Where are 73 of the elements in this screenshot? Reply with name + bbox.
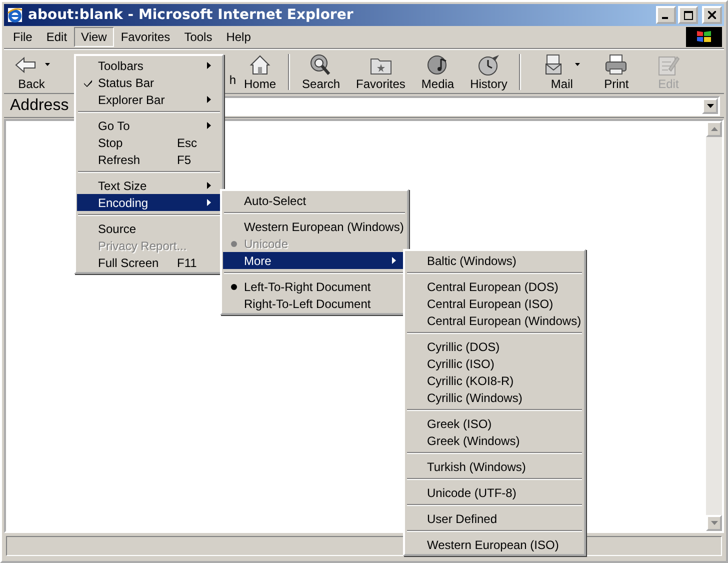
menu-item[interactable]: Western European (Windows) [223,218,406,235]
toolbar-button[interactable]: Favorites [351,52,410,92]
submenu-arrow-icon [207,96,211,103]
menu-bar-item[interactable]: Help [219,27,258,47]
menu-bar-item[interactable]: Edit [39,27,74,47]
menu-item[interactable]: More [223,252,406,269]
submenu-arrow-icon [207,199,211,206]
menu-item[interactable]: Text Size [77,177,221,194]
menu-item[interactable]: Toolbars [77,57,221,74]
browser-e-icon [7,7,23,23]
dropdown-arrow-icon [45,63,50,66]
menu-bar-item[interactable]: Favorites [114,27,178,47]
menu-item[interactable]: Stop Esc [77,134,221,151]
menu-item[interactable]: Right-To-Left Document [223,295,406,312]
scroll-down-button[interactable] [706,515,722,531]
menu-item[interactable]: Cyrillic (ISO) [406,355,583,372]
menu-item[interactable]: Auto-Select [223,192,406,209]
menu-item[interactable]: Unicode (UTF-8) [406,484,583,501]
menu-item[interactable]: Central European (Windows) [406,312,583,329]
dropdown-arrow-icon [575,63,580,66]
scroll-bar[interactable] [706,121,722,531]
submenu-arrow-icon [392,257,396,264]
menu-item[interactable]: Baltic (Windows) [406,252,583,269]
window-title: about:blank - Microsoft Internet Explorer [28,7,354,23]
menu-item[interactable]: Cyrillic (KOI8-R) [406,372,583,389]
menu-item[interactable]: Go To [77,117,221,134]
maximize-icon [684,10,692,20]
menu-bar-item[interactable]: View [74,27,114,47]
toolbar-button[interactable]: Mail [538,52,586,92]
maximize-button[interactable] [678,6,698,24]
radio-dot-icon [230,240,236,246]
check-icon [84,78,92,86]
menu-bar-item[interactable]: File [6,27,40,47]
menu-item[interactable]: Full Screen F11 [77,254,221,271]
toolbar-button[interactable]: Back [8,52,55,92]
submenu-arrow-icon [207,182,211,189]
menu-item[interactable]: User Defined [406,510,583,527]
menu-item[interactable]: Central European (DOS) [406,278,583,295]
address-label: Address [10,96,69,114]
toolbar-button[interactable]: Media [416,52,460,92]
toolbar-button[interactable]: History [465,52,512,92]
submenu-arrow-icon [207,122,211,129]
dropdown-button[interactable] [702,98,718,114]
menu-item[interactable]: Left-To-Right Document [223,278,406,295]
menu-item[interactable]: Encoding [77,194,221,211]
menu-item[interactable]: Cyrillic (DOS) [406,338,583,355]
menu-item[interactable]: Turkish (Windows) [406,458,583,475]
down-arrow-icon [710,521,718,525]
menu-item[interactable]: Central European (ISO) [406,295,583,312]
menu-item[interactable]: Cyrillic (Windows) [406,389,583,406]
menu-item[interactable]: Explorer Bar [77,91,221,108]
menu-item[interactable]: Source [77,220,221,237]
up-arrow-icon [710,127,718,131]
menu-item[interactable]: Greek (Windows) [406,432,583,449]
toolbar-button[interactable]: Home [239,52,282,92]
windows-logo-icon [686,27,722,47]
menu-item[interactable]: Refresh F5 [77,151,221,168]
printer-icon [603,52,630,76]
minimize-button[interactable] [656,6,676,24]
scroll-up-button[interactable] [706,121,722,137]
toolbar-label: h [229,72,236,86]
clock-icon [476,52,502,76]
menu-bar-item[interactable]: Tools [177,27,220,47]
close-icon [708,11,716,19]
menu-item[interactable]: Status Bar [77,74,221,91]
toolbar-button[interactable]: Print [595,52,638,92]
dropdown-arrow-icon [706,104,714,108]
house-icon [247,52,273,76]
submenu-arrow-icon [207,62,211,69]
radio-dot-icon [230,284,236,290]
close-button[interactable] [702,6,722,24]
menu-item[interactable]: Greek (ISO) [406,415,583,432]
toolbar-button[interactable]: Search [297,52,346,92]
